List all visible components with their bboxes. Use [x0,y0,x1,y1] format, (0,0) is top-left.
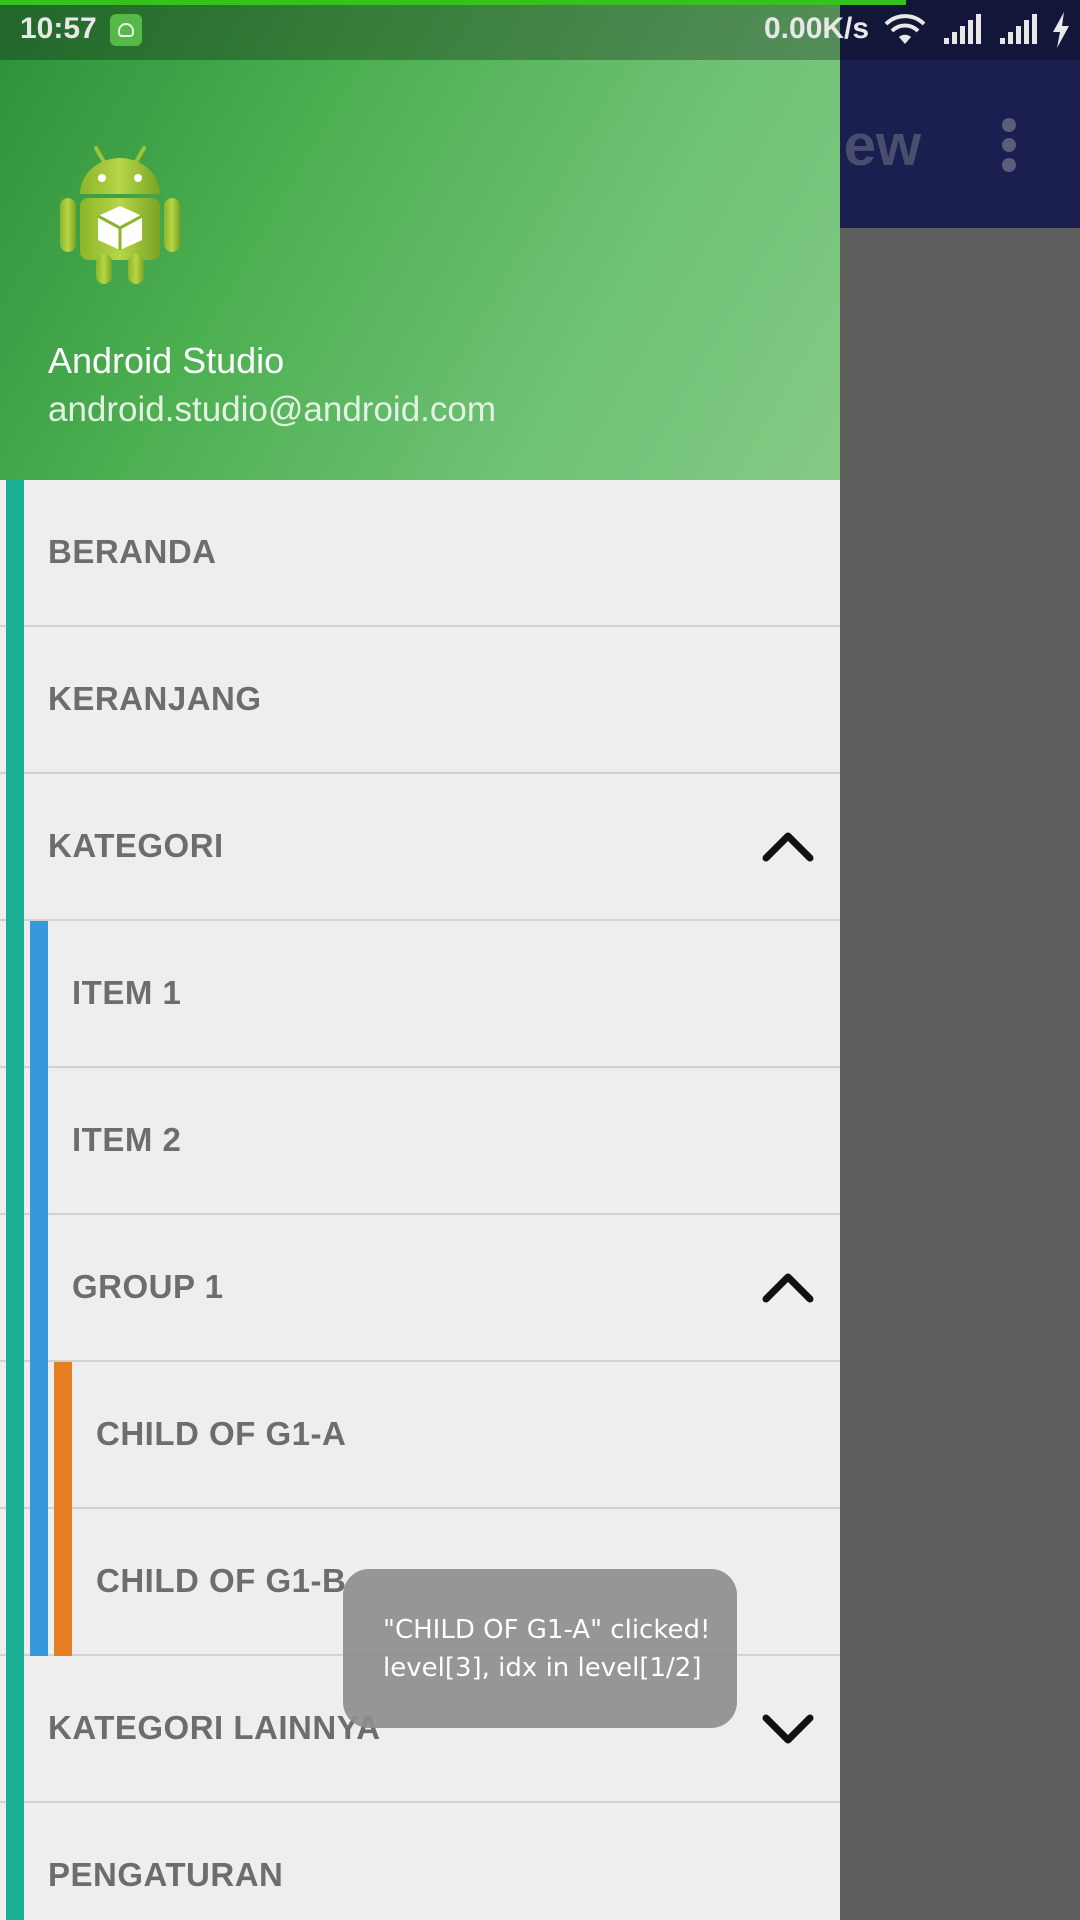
wifi-icon [884,14,926,44]
overflow-menu-icon[interactable] [995,118,1023,174]
menu-item-label: KATEGORI LAINNYA [48,1709,381,1746]
menu-item-label: BERANDA [48,533,217,570]
chevron-up-icon[interactable] [760,1263,816,1311]
level-2-indicator [30,1215,48,1362]
toast-line-1: "CHILD OF G1-A" clicked! [383,1615,711,1645]
menu-item-label: ITEM 1 [72,974,182,1011]
level-1-indicator [6,1656,24,1803]
chevron-up-icon[interactable] [760,822,816,870]
menu-item-label: PENGATURAN [48,1856,284,1893]
level-2-indicator [30,1509,48,1656]
level-1-indicator [6,480,24,627]
status-time: 10:57 [20,12,97,45]
level-1-indicator [6,921,24,1068]
menu-group-group-1[interactable]: GROUP 1 [0,1215,840,1362]
menu-item-beranda[interactable]: BERANDA [0,480,840,627]
level-2-indicator [30,1362,48,1509]
level-1-indicator [6,1362,24,1509]
app-notification-icon [110,14,142,46]
status-bar: 10:57 0.00K/s [0,0,1080,60]
loading-progress-line [0,0,906,5]
signal-icon [944,14,981,44]
menu-item-label: ITEM 2 [72,1121,182,1158]
menu-item-item-2[interactable]: ITEM 2 [0,1068,840,1215]
menu-item-pengaturan[interactable]: PENGATURAN [0,1803,840,1920]
level-1-indicator [6,1215,24,1362]
android-logo [60,146,180,284]
signal-icon [1000,14,1037,44]
drawer-header: Android Studio android.studio@android.co… [0,0,840,480]
menu-item-label: GROUP 1 [72,1268,224,1305]
level-1-indicator [6,1068,24,1215]
menu-item-child-of-g1-a[interactable]: CHILD OF G1-A [0,1362,840,1509]
toast-message: "CHILD OF G1-A" clicked! level[3], idx i… [343,1569,737,1728]
menu-item-item-1[interactable]: ITEM 1 [0,921,840,1068]
menu-item-keranjang[interactable]: KERANJANG [0,627,840,774]
level-3-indicator [54,1362,72,1509]
menu-item-label: KATEGORI [48,827,224,864]
level-1-indicator [6,1509,24,1656]
user-email: android.studio@android.com [48,390,497,429]
level-1-indicator [6,774,24,921]
network-speed: 0.00K/s [764,12,870,45]
chevron-down-icon[interactable] [760,1704,816,1752]
level-1-indicator [6,1803,24,1920]
menu-item-label: CHILD OF G1-A [96,1415,347,1452]
menu-item-label: KERANJANG [48,680,262,717]
toast-line-2: level[3], idx in level[1/2] [383,1653,702,1683]
charging-icon [1053,12,1069,48]
level-3-indicator [54,1509,72,1656]
menu-item-label: CHILD OF G1-B [96,1562,347,1599]
level-2-indicator [30,1068,48,1215]
user-name: Android Studio [48,340,285,381]
menu-group-kategori[interactable]: KATEGORI [0,774,840,921]
level-2-indicator [30,921,48,1068]
level-1-indicator [6,627,24,774]
